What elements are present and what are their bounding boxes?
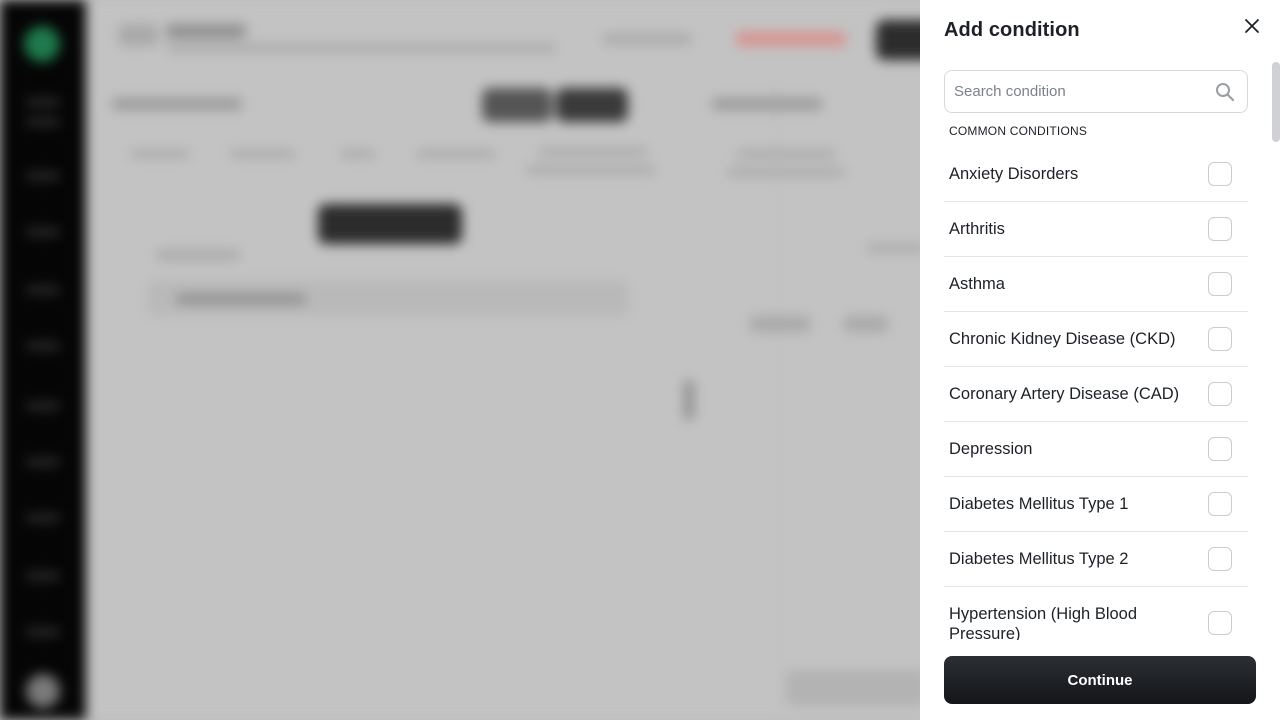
- dialog-title: Add condition: [944, 19, 1080, 41]
- search-icon: [1216, 83, 1235, 102]
- condition-label: Asthma: [949, 275, 1005, 293]
- condition-label: Anxiety Disorders: [949, 165, 1079, 183]
- avatar: [26, 674, 60, 708]
- condition-label: Diabetes Mellitus Type 2: [949, 550, 1129, 568]
- search-input[interactable]: [954, 71, 1204, 112]
- list-item[interactable]: Chronic Kidney Disease (CKD): [944, 312, 1248, 367]
- condition-label: Arthritis: [949, 220, 1005, 238]
- condition-label: Depression: [949, 440, 1033, 458]
- add-condition-dialog: Add condition COMMON CONDITIONS Anxiety …: [920, 0, 1280, 720]
- close-button[interactable]: [1240, 14, 1264, 38]
- list-item[interactable]: Diabetes Mellitus Type 1: [944, 477, 1248, 532]
- condition-checkbox[interactable]: [1208, 382, 1232, 406]
- list-item[interactable]: Coronary Artery Disease (CAD): [944, 367, 1248, 422]
- list-item[interactable]: Hypertension (High Blood Pressure): [944, 587, 1248, 640]
- close-icon: [1245, 19, 1259, 33]
- condition-label: Chronic Kidney Disease (CKD): [949, 330, 1176, 348]
- condition-list: Anxiety Disorders Arthritis Asthma Chron…: [944, 147, 1248, 640]
- section-label: COMMON CONDITIONS: [949, 124, 1088, 138]
- list-item[interactable]: Depression: [944, 422, 1248, 477]
- continue-button[interactable]: Continue: [944, 656, 1256, 704]
- list-item[interactable]: Asthma: [944, 257, 1248, 312]
- scrollbar-thumb[interactable]: [1272, 62, 1280, 142]
- condition-checkbox[interactable]: [1208, 437, 1232, 461]
- background-sidebar: [0, 0, 86, 720]
- search-field[interactable]: [944, 70, 1248, 113]
- list-item[interactable]: Anxiety Disorders: [944, 147, 1248, 202]
- condition-checkbox[interactable]: [1208, 547, 1232, 571]
- condition-checkbox[interactable]: [1208, 217, 1232, 241]
- dialog-footer: Continue: [920, 640, 1280, 720]
- condition-checkbox[interactable]: [1208, 272, 1232, 296]
- condition-checkbox[interactable]: [1208, 327, 1232, 351]
- list-item[interactable]: Arthritis: [944, 202, 1248, 257]
- condition-checkbox[interactable]: [1208, 162, 1232, 186]
- condition-checkbox[interactable]: [1208, 611, 1232, 635]
- condition-label: Hypertension (High Blood Pressure): [949, 605, 1138, 640]
- condition-label: Diabetes Mellitus Type 1: [949, 495, 1129, 513]
- app-logo: [24, 26, 60, 62]
- condition-checkbox[interactable]: [1208, 492, 1232, 516]
- list-item[interactable]: Diabetes Mellitus Type 2: [944, 532, 1248, 587]
- condition-label: Coronary Artery Disease (CAD): [949, 385, 1180, 403]
